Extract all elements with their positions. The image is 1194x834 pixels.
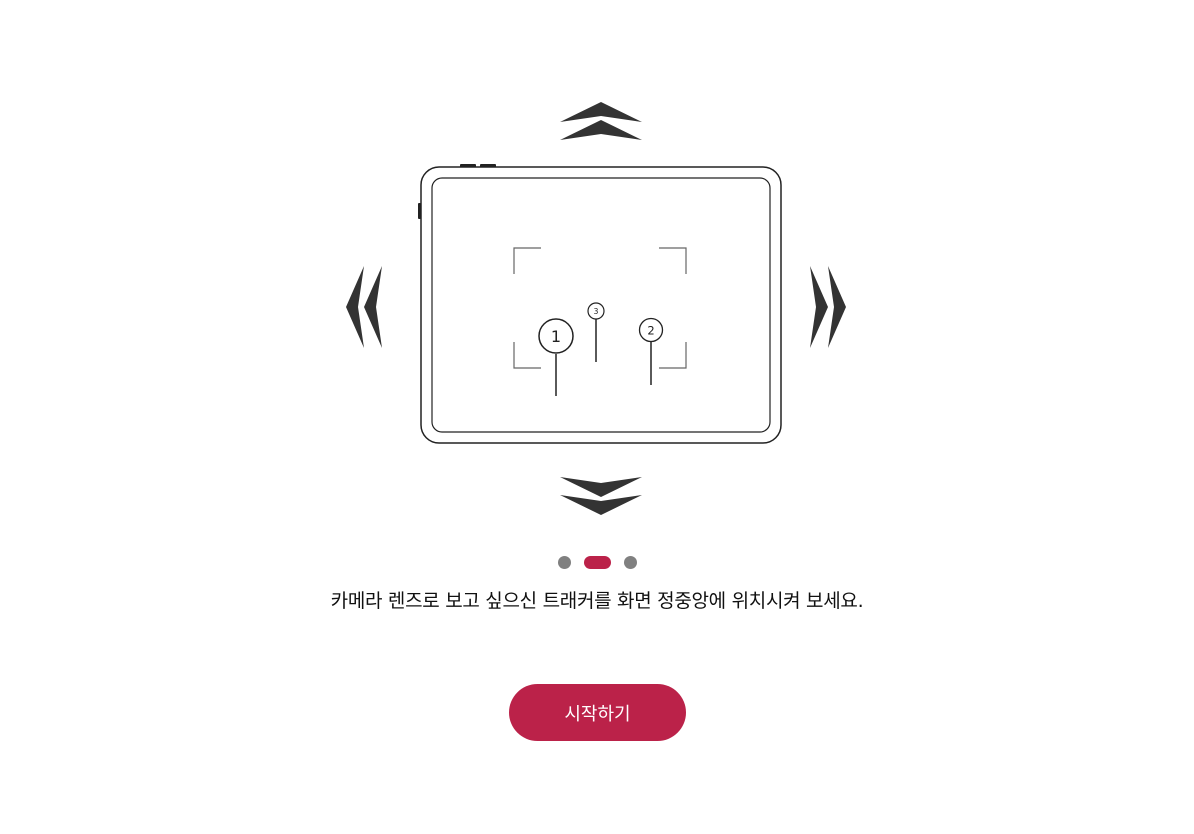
- instruction-text: 카메라 렌즈로 보고 싶으신 트래커를 화면 정중앙에 위치시켜 보세요.: [330, 590, 864, 612]
- chevron-double-up-icon: [560, 102, 642, 140]
- page-dot-2-active[interactable]: [583, 555, 611, 569]
- marker-label-1: 1: [551, 327, 561, 346]
- marker-label-2: 2: [647, 324, 654, 338]
- marker-label-3: 3: [594, 307, 599, 316]
- page-indicator: [0, 555, 1194, 569]
- tablet-guide-illustration: 1 2 3: [346, 102, 846, 515]
- chevron-double-down-icon: [560, 477, 642, 515]
- start-button[interactable]: 시작하기: [509, 684, 686, 741]
- chevron-double-right-icon: [810, 266, 846, 348]
- page-dot-3[interactable]: [623, 555, 637, 569]
- chevron-double-left-icon: [346, 266, 382, 348]
- page-dot-1[interactable]: [557, 555, 571, 569]
